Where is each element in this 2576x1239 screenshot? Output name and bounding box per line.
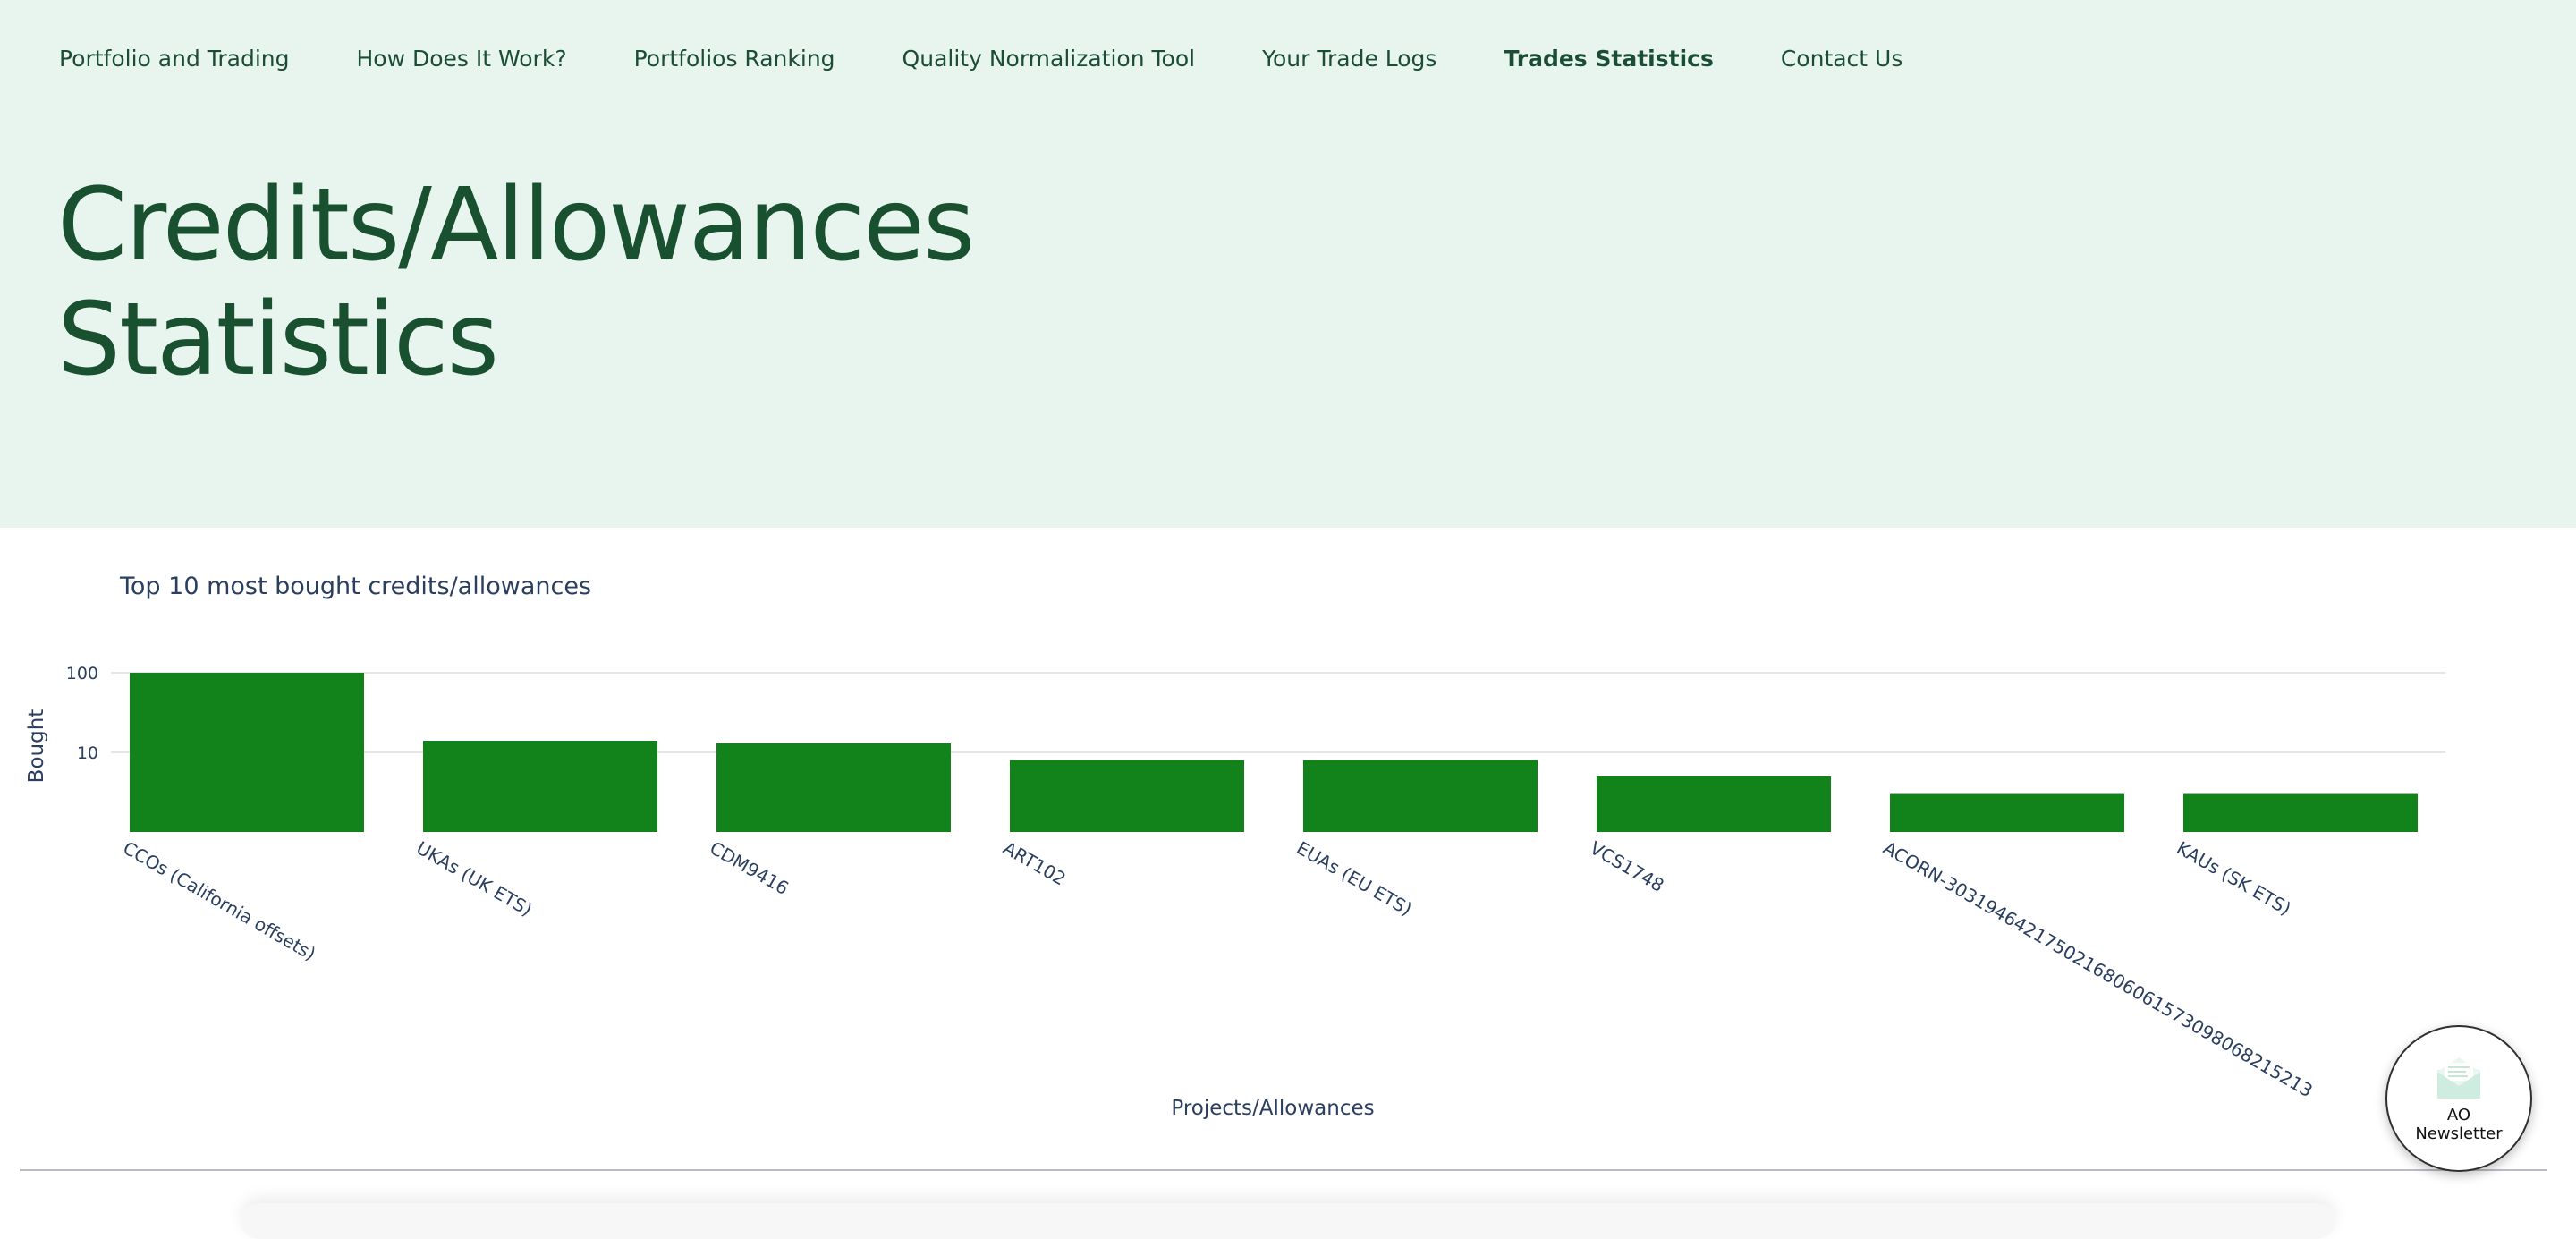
bar[interactable] [2183, 793, 2418, 832]
y-tick-label: 100 [66, 664, 98, 683]
bar[interactable] [423, 740, 657, 832]
nav-item-contact-us[interactable]: Contact Us [1781, 43, 1903, 75]
page-title: Credits/Allowances Statistics [57, 167, 975, 398]
y-tick-layer: 10 100 [66, 664, 98, 763]
x-tick-layer: CCOs (California offsets) UKAs (UK ETS) CD… [120, 837, 2317, 1102]
newsletter-button[interactable]: AO Newsletter [2385, 1025, 2532, 1172]
x-tick-label: UKAs (UK ETS) [413, 837, 537, 921]
bar-chart: 10 100 CCOs (California offsets) UKAs (UK … [25, 573, 2445, 1120]
nav-item-quality-normalization-tool[interactable]: Quality Normalization Tool [902, 43, 1196, 75]
top-nav: Portfolio and Trading How Does It Work? … [59, 43, 1970, 75]
page-title-line-2: Statistics [57, 282, 499, 398]
grid-layer [111, 672, 2445, 753]
chart-title: Top 10 most bought credits/allowances [119, 573, 591, 600]
nav-item-your-trade-logs[interactable]: Your Trade Logs [1262, 43, 1436, 75]
newsletter-label: AO Newsletter [2415, 1106, 2502, 1143]
bar[interactable] [1890, 793, 2124, 832]
nav-item-portfolios-ranking[interactable]: Portfolios Ranking [634, 43, 835, 75]
nav-item-trades-statistics[interactable]: Trades Statistics [1504, 43, 1713, 75]
bar[interactable] [130, 673, 364, 832]
bar[interactable] [1303, 760, 1538, 832]
y-tick-label: 10 [77, 743, 98, 763]
chart-section: 10 100 CCOs (California offsets) UKAs (UK … [0, 528, 2576, 1172]
x-tick-label: CCOs (California offsets) [120, 837, 320, 965]
newsletter-label-line-1: AO [2446, 1106, 2471, 1124]
page-header: Portfolio and Trading How Does It Work? … [0, 0, 2576, 528]
nav-item-portfolio-and-trading[interactable]: Portfolio and Trading [59, 43, 290, 75]
bar[interactable] [716, 743, 951, 832]
footer-shadow-panel [242, 1203, 2334, 1239]
x-tick-label: EUAs (EU ETS) [1293, 837, 1416, 921]
x-tick-label: ART102 [1000, 837, 1070, 890]
bar[interactable] [1597, 776, 1831, 832]
nav-item-how-does-it-work[interactable]: How Does It Work? [357, 43, 567, 75]
x-axis-label: Projects/Allowances [1171, 1097, 1374, 1120]
bar[interactable] [1010, 760, 1244, 832]
section-divider [20, 1169, 2547, 1171]
x-tick-label: VCS1748 [1587, 837, 1668, 896]
y-axis-label: Bought [25, 709, 48, 784]
newsletter-label-line-2: Newsletter [2415, 1124, 2503, 1143]
envelope-icon [2437, 1057, 2480, 1099]
x-tick-label: KAUs (SK ETS) [2174, 837, 2295, 920]
x-tick-label: CDM9416 [707, 837, 792, 900]
page-title-line-1: Credits/Allowances [57, 167, 975, 284]
